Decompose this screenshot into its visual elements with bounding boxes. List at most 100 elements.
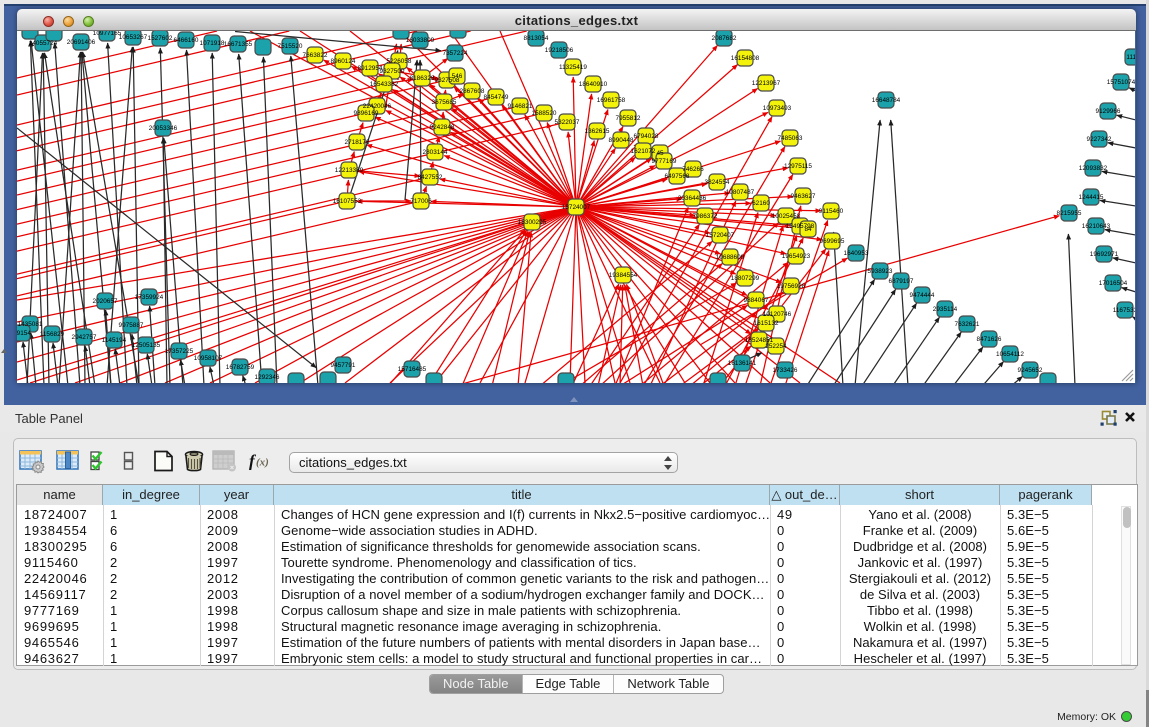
svg-text:10973493: 10973493 bbox=[763, 105, 792, 112]
svg-text:10977165: 10977165 bbox=[93, 31, 122, 37]
svg-text:11325419: 11325419 bbox=[559, 64, 587, 71]
svg-text:9777169: 9777169 bbox=[652, 158, 677, 165]
svg-text:1435081: 1435081 bbox=[18, 321, 43, 328]
svg-text:(x): (x) bbox=[256, 457, 269, 469]
svg-text:18640910: 18640910 bbox=[579, 81, 608, 88]
svg-text:15720407: 15720407 bbox=[706, 232, 735, 239]
svg-text:19384554: 19384554 bbox=[609, 272, 638, 279]
svg-text:9146821: 9146821 bbox=[508, 103, 533, 110]
svg-text:2942757: 2942757 bbox=[72, 334, 97, 341]
svg-text:18300295: 18300295 bbox=[518, 219, 547, 226]
svg-text:746266: 746266 bbox=[682, 166, 704, 173]
svg-text:546: 546 bbox=[452, 73, 463, 80]
svg-text:1071918: 1071918 bbox=[200, 40, 225, 47]
svg-text:8990448: 8990448 bbox=[609, 137, 634, 144]
svg-text:8427552: 8427552 bbox=[418, 174, 443, 181]
svg-text:19218506: 19218506 bbox=[545, 47, 574, 54]
svg-text:19756928: 19756928 bbox=[777, 283, 806, 290]
svg-text:84: 84 bbox=[804, 226, 812, 233]
svg-text:2718176: 2718176 bbox=[345, 139, 370, 146]
svg-text:1621072: 1621072 bbox=[631, 148, 656, 155]
svg-text:1292346: 1292346 bbox=[255, 374, 280, 381]
svg-text:16782759: 16782759 bbox=[226, 364, 255, 371]
svg-text:2020657: 2020657 bbox=[93, 298, 118, 305]
svg-text:5322037: 5322037 bbox=[555, 119, 580, 126]
svg-text:9463627: 9463627 bbox=[791, 193, 816, 200]
svg-text:20691406: 20691406 bbox=[67, 39, 96, 46]
svg-text:1527602: 1527602 bbox=[148, 35, 173, 42]
svg-text:20364436: 20364436 bbox=[678, 195, 707, 202]
svg-text:17357225: 17357225 bbox=[165, 348, 194, 355]
svg-text:9884067: 9884067 bbox=[744, 297, 769, 304]
svg-text:12093832: 12093832 bbox=[1079, 165, 1108, 172]
svg-text:10688609: 10688609 bbox=[716, 254, 745, 261]
svg-text:17359924: 17359924 bbox=[135, 294, 164, 301]
svg-text:18724007: 18724007 bbox=[562, 204, 591, 211]
svg-text:1362615: 1362615 bbox=[585, 128, 610, 135]
svg-text:8813054: 8813054 bbox=[524, 35, 549, 42]
svg-text:20053346: 20053346 bbox=[149, 125, 178, 132]
svg-text:16154808: 16154808 bbox=[731, 55, 760, 62]
svg-text:16033809: 16033809 bbox=[406, 37, 435, 44]
svg-text:9975887: 9975887 bbox=[119, 322, 144, 329]
svg-text:9699695: 9699695 bbox=[820, 238, 845, 245]
svg-text:14055724: 14055724 bbox=[29, 40, 58, 47]
svg-text:3675685: 3675685 bbox=[432, 99, 457, 106]
svg-text:16543382: 16543382 bbox=[370, 81, 399, 88]
svg-text:7663822: 7663822 bbox=[303, 52, 328, 59]
svg-text:16210643: 16210643 bbox=[1082, 223, 1111, 230]
svg-text:19692971: 19692971 bbox=[1090, 251, 1119, 258]
svg-text:1588520: 1588520 bbox=[532, 110, 557, 117]
svg-text:8454749: 8454749 bbox=[484, 94, 509, 101]
svg-text:39154: 39154 bbox=[17, 330, 31, 337]
svg-text:10120746: 10120746 bbox=[763, 311, 792, 318]
svg-text:5226058: 5226058 bbox=[387, 58, 412, 65]
svg-text:3824554: 3824554 bbox=[705, 179, 730, 186]
svg-text:10654112: 10654112 bbox=[996, 351, 1024, 358]
svg-text:9242848: 9242848 bbox=[430, 124, 455, 131]
svg-text:1117: 1117 bbox=[1126, 54, 1135, 61]
svg-text:7986372: 7986372 bbox=[693, 213, 718, 220]
svg-text:1145194: 1145194 bbox=[102, 337, 127, 344]
svg-text:1615132: 1615132 bbox=[754, 320, 779, 327]
svg-text:10958107: 10958107 bbox=[194, 355, 223, 362]
svg-text:17016504: 17016504 bbox=[1099, 280, 1128, 287]
svg-text:45: 45 bbox=[656, 150, 664, 157]
svg-text:12213967: 12213967 bbox=[752, 80, 781, 87]
svg-text:12975115: 12975115 bbox=[784, 163, 812, 170]
svg-text:7955812: 7955812 bbox=[616, 115, 641, 122]
svg-text:6794028: 6794028 bbox=[634, 133, 659, 140]
svg-text:10025458: 10025458 bbox=[772, 213, 801, 220]
svg-text:8471626: 8471626 bbox=[977, 336, 1002, 343]
svg-text:16107553: 16107553 bbox=[333, 198, 362, 205]
svg-text:6879197: 6879197 bbox=[889, 278, 914, 285]
svg-text:6466160: 6466160 bbox=[174, 37, 199, 44]
svg-text:12505135: 12505135 bbox=[132, 342, 161, 349]
svg-text:9474444: 9474444 bbox=[910, 292, 935, 299]
svg-text:15751074: 15751074 bbox=[1107, 79, 1135, 86]
svg-text:19654923: 19654923 bbox=[782, 253, 811, 260]
svg-text:252254: 252254 bbox=[765, 343, 787, 350]
svg-text:10653267: 10653267 bbox=[119, 34, 148, 41]
svg-text:9129966: 9129966 bbox=[1096, 108, 1121, 115]
svg-text:9245652: 9245652 bbox=[1018, 367, 1043, 374]
svg-text:717006: 717006 bbox=[410, 198, 432, 205]
svg-text:8215955: 8215955 bbox=[1057, 210, 1082, 217]
svg-text:2935114: 2935114 bbox=[933, 306, 958, 313]
svg-text:2867608: 2867608 bbox=[460, 88, 485, 95]
svg-text:16961758: 16961758 bbox=[597, 97, 626, 104]
svg-text:1733426: 1733426 bbox=[773, 367, 798, 374]
svg-text:6497568: 6497568 bbox=[665, 173, 690, 180]
svg-text:1167533: 1167533 bbox=[1113, 307, 1135, 314]
svg-text:12213389: 12213389 bbox=[335, 167, 364, 174]
svg-text:1244415: 1244415 bbox=[1079, 194, 1104, 201]
svg-text:1640953: 1640953 bbox=[844, 250, 869, 257]
svg-text:7515520: 7515520 bbox=[278, 43, 303, 50]
svg-text:22420046: 22420046 bbox=[363, 103, 392, 110]
svg-text:7485063: 7485063 bbox=[778, 135, 803, 142]
svg-text:8960124: 8960124 bbox=[331, 58, 356, 65]
svg-text:2803144: 2803144 bbox=[423, 149, 448, 156]
svg-text:18807299: 18807299 bbox=[731, 275, 760, 282]
svg-text:10807487: 10807487 bbox=[726, 189, 755, 196]
svg-text:8186328: 8186328 bbox=[410, 75, 435, 82]
